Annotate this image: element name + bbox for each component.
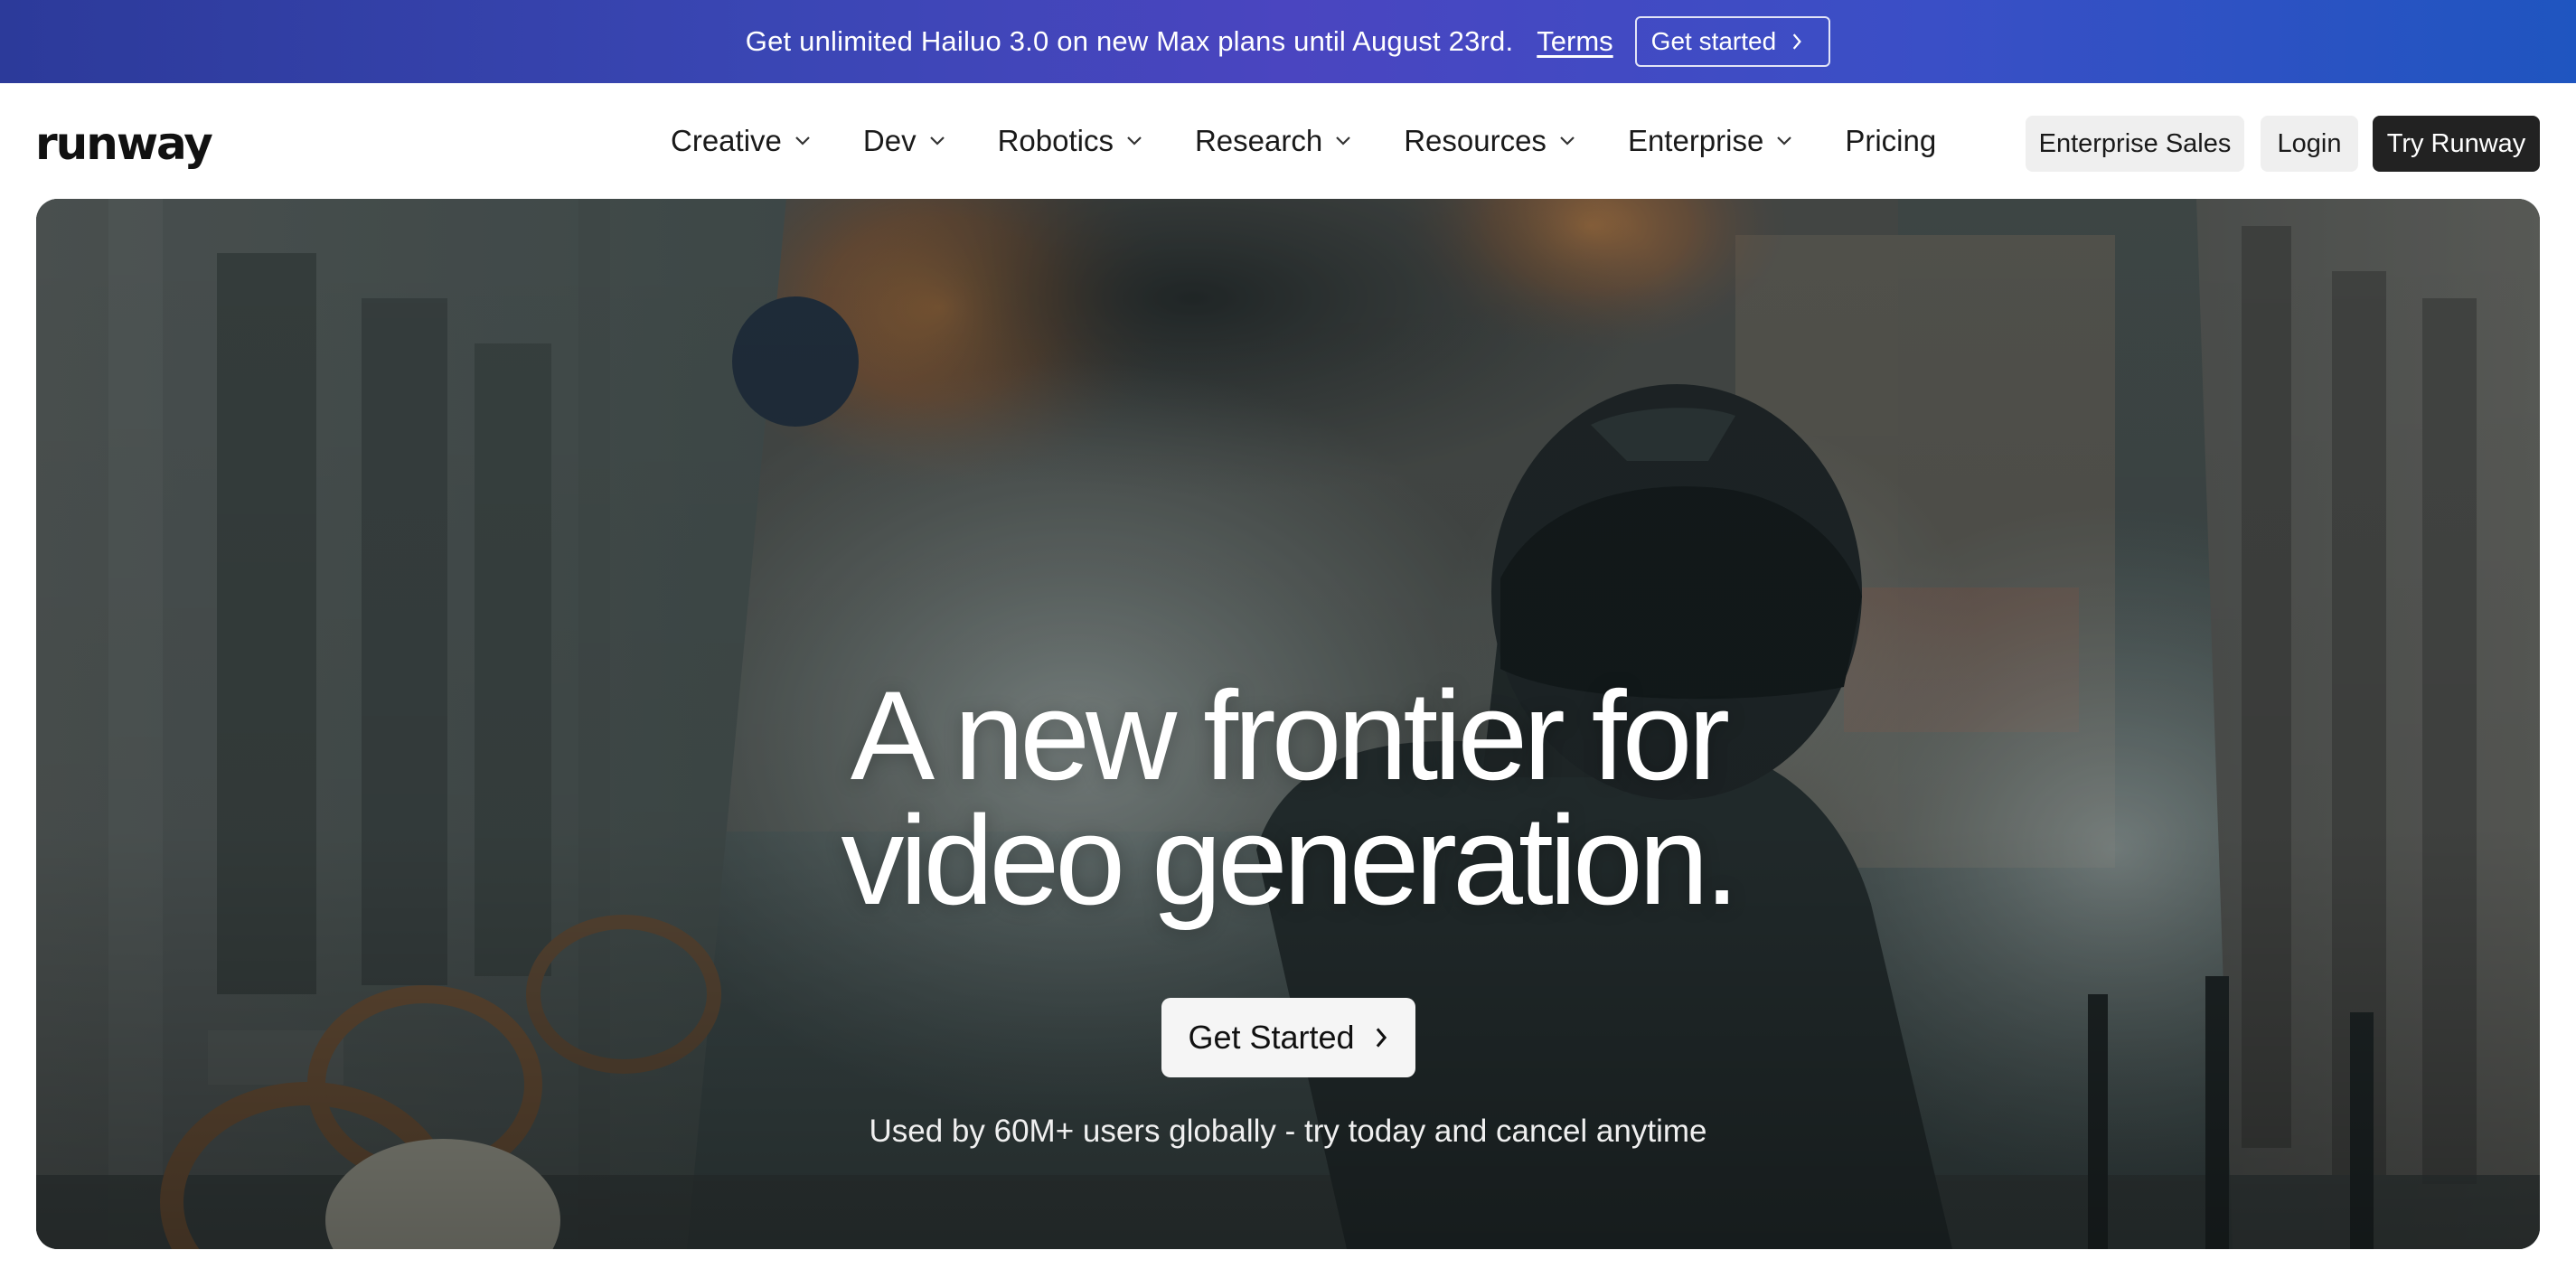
menu-item-label: Enterprise [1627, 124, 1764, 157]
hero-section: A new frontier for video generation. Get… [36, 199, 2540, 1249]
promo-banner: Get unlimited Hailuo 3.0 on new Max plan… [0, 0, 2576, 83]
chevron-right-icon [1376, 1028, 1387, 1048]
menu-item-robotics[interactable]: Robotics [998, 124, 1142, 158]
chevron-down-icon [1560, 136, 1575, 146]
promo-get-started-button[interactable]: Get started [1634, 16, 1831, 67]
hero-title-line-1: A new frontier for [850, 664, 1730, 806]
hero-title-line-2: video generation. [841, 789, 1739, 931]
get-started-button[interactable]: Get Started [1161, 998, 1415, 1077]
menu-item-research[interactable]: Research [1195, 124, 1351, 158]
main-menu: Creative Dev Robotics Research Resources… [671, 83, 1936, 199]
menu-item-label: Pricing [1845, 124, 1937, 157]
hero-subtitle: Used by 60M+ users globally - try today … [869, 1114, 1707, 1149]
chevron-down-icon [1336, 136, 1350, 146]
menu-item-resources[interactable]: Resources [1404, 124, 1575, 158]
chevron-right-icon [1792, 33, 1802, 50]
menu-item-label: Robotics [997, 124, 1114, 157]
promo-get-started-label: Get started [1650, 27, 1777, 55]
menu-item-label: Resources [1404, 124, 1547, 157]
try-runway-button[interactable]: Try Runway [2373, 116, 2540, 172]
chevron-down-icon [1777, 136, 1792, 146]
chevron-down-icon [1127, 136, 1142, 146]
menu-item-label: Research [1194, 124, 1323, 157]
menu-item-pricing[interactable]: Pricing [1845, 124, 1936, 158]
login-button[interactable]: Login [2261, 116, 2358, 172]
promo-terms-link[interactable]: Terms [1537, 25, 1612, 58]
promo-text: Get unlimited Hailuo 3.0 on new Max plan… [745, 25, 1514, 57]
chevron-down-icon [795, 136, 810, 146]
menu-item-dev[interactable]: Dev [863, 124, 945, 158]
menu-item-label: Creative [671, 124, 782, 157]
get-started-label: Get Started [1188, 1019, 1355, 1056]
enterprise-sales-button[interactable]: Enterprise Sales [2026, 116, 2244, 172]
menu-item-enterprise[interactable]: Enterprise [1628, 124, 1792, 158]
hero-title: A new frontier for video generation. [36, 664, 2540, 931]
top-navigation: runway Creative Dev Robotics Research Re… [0, 83, 2576, 199]
chevron-down-icon [929, 136, 945, 146]
menu-item-label: Dev [862, 124, 917, 157]
menu-item-creative[interactable]: Creative [671, 124, 811, 158]
runway-logo[interactable]: runway [35, 118, 213, 170]
